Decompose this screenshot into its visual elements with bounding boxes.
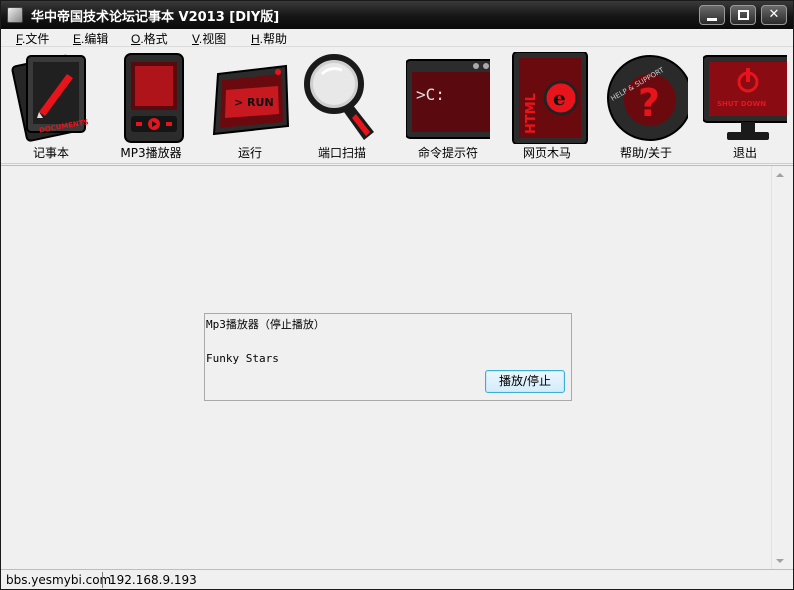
status-separator [102,572,103,588]
menu-file[interactable]: F.文件 [16,30,49,47]
toolbar: DOCUMENTS 记事本 MP3播放器 > RUN 运行 端口扫描 >C: 命… [1,48,793,164]
notebook-icon: DOCUMENTS [11,54,89,142]
status-ip: 192.168.9.193 [109,573,197,587]
app-icon [7,7,23,23]
tool-web-trojan[interactable]: HTML e 网页木马 [501,48,593,164]
vertical-scrollbar[interactable] [771,166,788,570]
menu-format[interactable]: O.格式 [131,30,168,47]
menu-format-key: O [131,32,141,46]
minimize-button[interactable] [699,5,725,25]
scroll-down-arrow-icon[interactable] [776,559,784,563]
tool-notebook-label: 记事本 [32,146,69,160]
tool-help-label: 帮助/关于 [619,146,673,160]
window-title: 华中帝国技术论坛记事本 V2013 [DIY版] [31,10,280,25]
mp3-player-panel: Mp3播放器（停止播放） Funky Stars 播放/停止 [204,313,572,401]
title-bar[interactable]: 华中帝国技术论坛记事本 V2013 [DIY版] ✕ [1,1,793,29]
tool-run[interactable]: > RUN 运行 [204,48,296,164]
html-icon-text: HTML [524,93,539,134]
play-stop-button[interactable]: 播放/停止 [485,370,565,393]
menu-help-key: H [251,32,260,46]
tool-exit-label: 退出 [732,146,757,160]
app-window: 华中帝国技术论坛记事本 V2013 [DIY版] ✕ F.文件 E.编辑 O.格… [0,0,794,590]
scroll-up-arrow-icon[interactable] [776,173,784,177]
tool-port-scan[interactable]: 端口扫描 [296,48,388,164]
run-icon-text: > RUN [234,96,274,109]
cmd-icon-text: >C: [416,85,445,104]
run-icon: > RUN [212,64,290,136]
menu-view-label: .视图 [198,32,227,46]
help-icon: ? HELP & SUPPORT [607,55,688,141]
cmd-icon: >C: [406,59,490,139]
tool-cmd[interactable]: >C: 命令提示符 [402,48,494,164]
svg-text:?: ? [638,81,660,125]
menu-view-key: V [192,32,199,46]
magnifier-icon [304,54,374,140]
player-track-name: Funky Stars [206,352,279,365]
tool-help[interactable]: ? HELP & SUPPORT 帮助/关于 [600,48,692,164]
minimize-icon [707,18,717,21]
mp3-player-icon [124,53,184,143]
menu-view[interactable]: V.视图 [192,30,226,47]
tool-web-trojan-label: 网页木马 [522,146,571,160]
menu-help-label: .帮助 [259,32,288,46]
menu-edit[interactable]: E.编辑 [73,30,108,47]
maximize-icon [737,10,749,20]
menu-edit-key: E [73,32,82,46]
html-icon: HTML e [512,52,588,144]
tool-mp3-player-label: MP3播放器 [120,146,182,160]
status-site: bbs.yesmybi.com [6,573,112,587]
tool-cmd-label: 命令提示符 [417,146,478,160]
player-status: Mp3播放器（停止播放） [206,318,325,331]
tool-mp3-player[interactable]: MP3播放器 [105,48,197,164]
editor-area[interactable]: Mp3播放器（停止播放） Funky Stars 播放/停止 [1,165,793,570]
tool-run-label: 运行 [237,146,262,160]
close-icon: ✕ [768,7,780,22]
shutdown-icon-text: SHUT DOWN [717,100,766,108]
menu-bar: F.文件 E.编辑 O.格式 V.视图 H.帮助 [1,29,793,47]
menu-edit-label: .编辑 [81,32,109,46]
menu-file-label: .文件 [22,32,50,46]
svg-text:e: e [553,86,566,110]
status-bar: bbs.yesmybi.com 192.168.9.193 [1,569,793,589]
tool-exit[interactable]: SHUT DOWN 退出 [699,48,791,164]
tool-notebook[interactable]: DOCUMENTS 记事本 [5,48,97,164]
tool-port-scan-label: 端口扫描 [317,146,366,160]
menu-format-label: .格式 [140,32,168,46]
menu-help[interactable]: H.帮助 [251,30,287,47]
close-button[interactable]: ✕ [761,5,787,25]
maximize-button[interactable] [730,5,756,25]
shutdown-icon: SHUT DOWN [703,55,787,140]
